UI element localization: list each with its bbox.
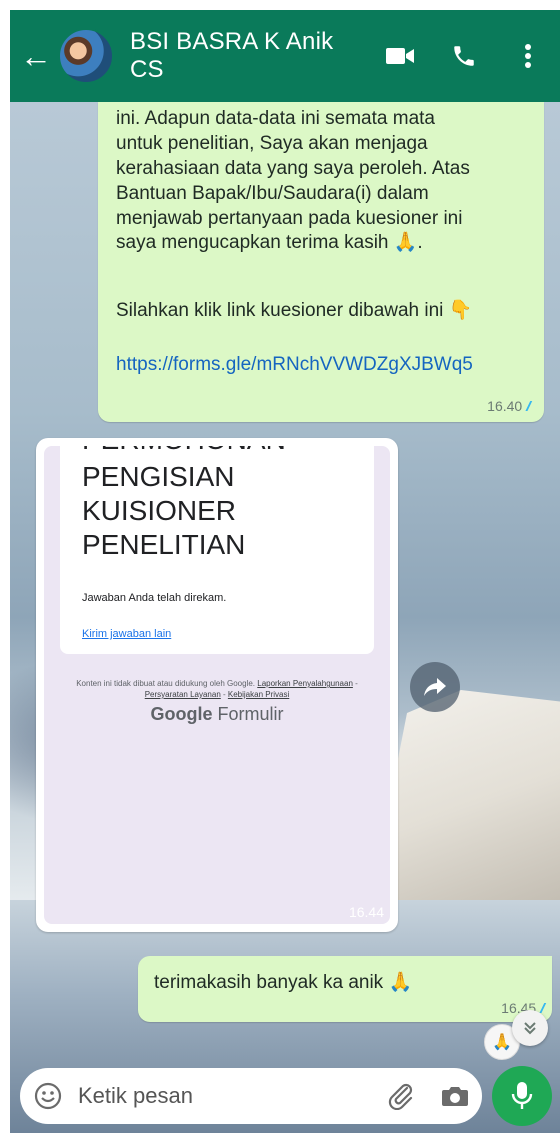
contact-avatar[interactable] <box>58 28 114 84</box>
form-card: PERMOHONAN PENGISIAN KUISIONER PENELITIA… <box>60 446 374 654</box>
message-time: 16.40 <box>487 398 523 414</box>
outgoing-message-bubble[interactable]: ini. Adapun data-data ini semata mata un… <box>98 102 544 422</box>
incoming-image-message[interactable]: PERMOHONAN PENGISIAN KUISIONER PENELITIA… <box>36 438 398 932</box>
paperclip-icon <box>388 1083 413 1110</box>
form-title: PENGISIAN KUISIONER PENELITIAN <box>82 461 246 560</box>
forward-button[interactable] <box>410 662 460 712</box>
form-screenshot-image[interactable]: PERMOHONAN PENGISIAN KUISIONER PENELITIA… <box>44 446 390 924</box>
more-vertical-icon <box>525 44 531 68</box>
brand-product: Formulir <box>217 704 284 724</box>
emoji-button[interactable] <box>20 1068 76 1124</box>
attach-button[interactable] <box>374 1068 428 1124</box>
google-forms-logo: Google Formulir <box>44 704 390 725</box>
form-response-recorded: Jawaban Anda telah direkam. <box>82 592 227 604</box>
terms-link: Persyaratan Layanan <box>144 690 221 699</box>
message-text: ini. Adapun data-data ini semata mata un… <box>116 108 470 229</box>
outgoing-message-bubble[interactable]: terimakasih banyak ka anik 🙏 16.45// <box>138 956 552 1022</box>
more-options-button[interactable] <box>496 26 560 86</box>
message-text: terimakasih banyak ka anik 🙏 <box>154 972 413 993</box>
contact-name[interactable]: BSI BASRA K Anik CS <box>130 28 368 84</box>
brand-google: Google <box>150 704 213 724</box>
message-text-thanks: saya mengucapkan terima kasih 🙏. <box>116 232 423 253</box>
camera-button[interactable] <box>428 1068 482 1124</box>
message-meta: 16.40// <box>487 398 531 416</box>
message-composer <box>20 1068 482 1124</box>
form-footer: Konten ini tidak dibuat atau didukung ol… <box>76 679 358 699</box>
message-text-instruction: Silahkan klik link kuesioner dibawah ini… <box>116 300 473 321</box>
read-receipt-icon: // <box>526 398 530 414</box>
video-camera-icon <box>386 48 414 64</box>
phone-icon <box>454 46 474 66</box>
scroll-to-bottom-button[interactable] <box>512 1010 548 1046</box>
video-call-button[interactable] <box>368 26 432 86</box>
microphone-icon <box>511 1082 533 1109</box>
form-submit-another-link: Kirim jawaban lain <box>82 628 172 640</box>
smiley-icon <box>34 1082 62 1110</box>
privacy-link: Kebijakan Privasi <box>227 690 290 699</box>
message-meta: 16.44 <box>349 904 384 922</box>
double-chevron-down-icon <box>524 1022 536 1035</box>
message-input[interactable] <box>76 1082 374 1110</box>
back-button[interactable]: ← <box>14 26 58 86</box>
chat-header: ← BSI BASRA K Anik CS <box>10 10 560 102</box>
message-time: 16.44 <box>348 904 384 920</box>
form-footer-text: Konten ini tidak dibuat atau didukung ol… <box>76 679 256 688</box>
wallpaper-mountain <box>380 690 560 920</box>
camera-icon <box>442 1087 468 1106</box>
report-abuse-link: Laporkan Penyalahgunaan <box>257 679 353 688</box>
voice-call-button[interactable] <box>432 26 496 86</box>
voice-message-button[interactable] <box>492 1066 552 1126</box>
whatsapp-chat-screen: ← BSI BASRA K Anik CS ini. Adapun data-d… <box>0 0 560 1133</box>
questionnaire-link[interactable]: https://forms.gle/mRNchVVWDZgXJBWq5 <box>116 354 473 376</box>
back-arrow-icon: ← <box>20 37 52 74</box>
form-title-cutoff: PERMOHONAN <box>82 446 286 456</box>
forward-arrow-icon <box>424 678 446 696</box>
